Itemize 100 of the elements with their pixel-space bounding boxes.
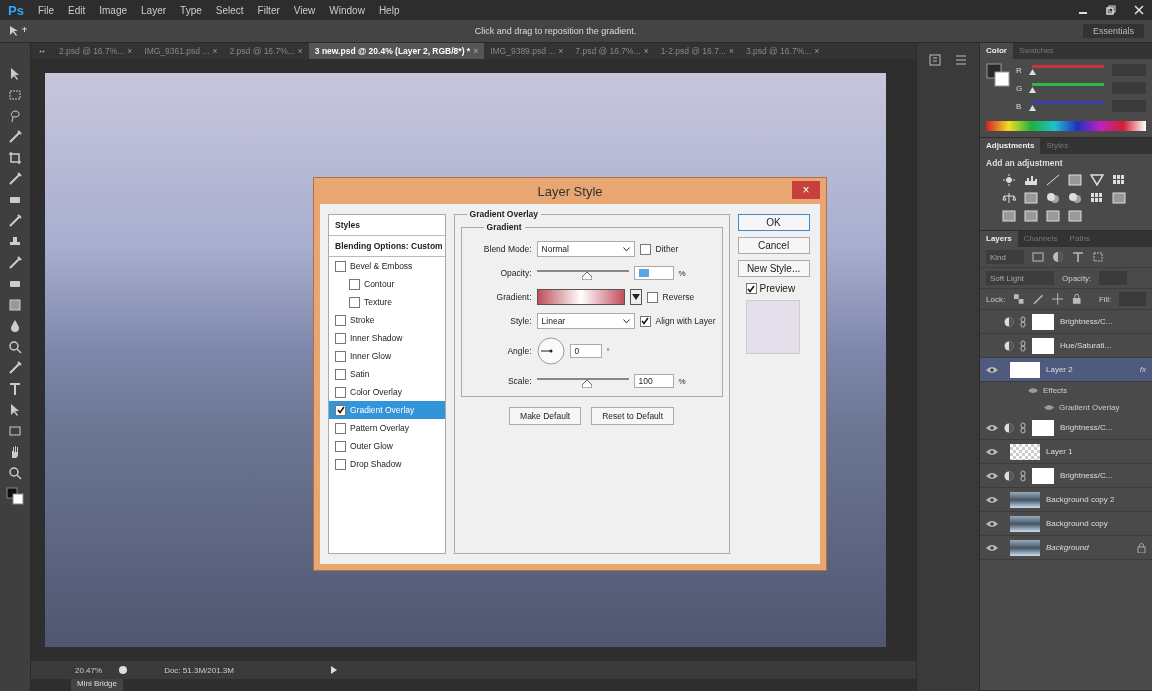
style-list-item[interactable]: Pattern Overlay [329,419,445,437]
crop-icon[interactable] [8,151,22,165]
angle-field[interactable]: 0 [569,344,602,358]
close-button[interactable]: × [792,181,820,199]
move-icon[interactable] [1052,293,1064,305]
menu-item[interactable]: Window [329,4,365,16]
document-tab[interactable]: 3.psd @ 16.7%... × [739,43,826,59]
status-icon[interactable] [118,665,129,675]
bars-icon[interactable] [1024,174,1038,186]
checkbox[interactable] [639,243,651,255]
style-list-item[interactable]: Inner Shadow [329,329,445,347]
lock-icon[interactable] [1071,293,1083,305]
checkbox[interactable] [335,314,346,326]
eye-icon[interactable] [986,471,998,480]
checkbox[interactable] [349,278,360,290]
menu-item[interactable]: Layer [141,4,167,16]
curve-icon[interactable] [1046,174,1060,186]
style-list-item[interactable]: Outer Glow [329,437,445,455]
color-swatches-icon[interactable] [6,487,24,505]
scale-icon[interactable] [1002,192,1016,204]
checkbox[interactable] [335,350,346,362]
layer-row[interactable]: Layer 2 fx [980,358,1152,382]
eye-icon[interactable] [986,365,998,374]
dialog-button[interactable]: Cancel [737,237,810,254]
filter-dropdown[interactable]: Kind [986,250,1024,264]
color-spectrum[interactable] [986,121,1146,131]
style-list-item[interactable]: Bevel & Emboss [329,257,445,275]
chevron-down-icon[interactable] [622,246,630,252]
style-list-item[interactable]: Satin [329,365,445,383]
layer-row[interactable]: Brightness/C... [980,416,1152,440]
drop-icon[interactable] [8,319,22,333]
style-list-item[interactable]: Blending Options: Custom [329,236,445,257]
close-icon[interactable] [1134,5,1144,15]
style-list-item[interactable]: Texture [329,293,445,311]
document-tab[interactable]: IMG_9389.psd ... × [484,43,570,59]
action-button[interactable]: Reset to Default [591,407,675,425]
menu-item[interactable]: Filter [257,4,280,16]
gradient-swatch[interactable] [536,289,625,305]
panel-tab[interactable]: Adjustments [980,138,1041,154]
checkerboard-icon[interactable] [1013,293,1025,305]
type-tool-icon[interactable] [8,382,22,396]
eye-icon[interactable] [986,519,998,528]
panel-tab[interactable]: Color [980,43,1013,59]
layer-row[interactable]: Background [980,536,1152,560]
workspace-selector[interactable]: Essentials [1083,24,1144,38]
chevron-down-icon[interactable] [622,318,630,324]
eye-icon[interactable] [986,423,998,432]
style-dropdown[interactable]: Linear [536,313,635,329]
scale-field[interactable]: 100 [633,374,674,388]
menu-item[interactable]: Help [378,4,400,16]
type-icon[interactable] [1072,251,1084,263]
document-tab[interactable]: 7.psd @ 16.7%... × [569,43,655,59]
grid-icon[interactable] [1090,192,1104,204]
style-list-item[interactable]: Styles [329,215,445,236]
menu-item[interactable]: Image [99,4,128,16]
eye-icon[interactable] [986,543,998,552]
document-tab[interactable]: 2.psd @ 16.7%... × [223,43,309,59]
slider-thumb[interactable] [1029,105,1036,111]
menu-item[interactable]: Select [215,4,244,16]
checkbox[interactable] [335,368,346,380]
grid-icon[interactable] [1112,174,1126,186]
checkbox[interactable] [335,386,346,398]
properties-icon[interactable] [954,53,968,67]
rectangle-icon[interactable] [8,424,22,438]
eye-icon[interactable] [986,447,998,456]
image-icon[interactable] [1032,251,1044,263]
blend-mode-dropdown[interactable]: Soft Light [986,271,1054,285]
checkbox[interactable] [646,291,658,303]
style-list-item[interactable]: Inner Glow [329,347,445,365]
style-list-item[interactable]: Contour [329,275,445,293]
layer-row[interactable]: Brightness/C... [980,464,1152,488]
checkbox[interactable] [335,404,346,416]
lasso-icon[interactable] [8,109,22,123]
checkbox[interactable] [335,260,346,272]
checkbox[interactable] [745,283,757,294]
dialog-button[interactable]: OK [737,214,810,231]
slider-thumb[interactable] [1029,69,1036,75]
panel-tab[interactable]: Layers [980,231,1018,247]
blend-mode-dropdown[interactable]: Normal [536,241,635,257]
style-list-item[interactable]: Color Overlay [329,383,445,401]
menu-item[interactable]: File [37,4,55,16]
style-list-item[interactable]: Drop Shadow [329,455,445,473]
opacity-field[interactable] [633,266,674,280]
triangle-icon[interactable] [1090,174,1104,186]
document-tab[interactable]: 1-2.psd @ 16.7... × [654,43,740,59]
menu-item[interactable]: Edit [68,4,86,16]
angle-dial[interactable] [536,337,565,365]
checkbox[interactable] [335,332,346,344]
sun-icon[interactable] [1002,174,1016,186]
circle-icon[interactable] [1046,192,1060,204]
menu-item[interactable]: View [293,4,316,16]
checkbox[interactable] [335,458,346,470]
layer-row[interactable]: Background copy 2 [980,488,1152,512]
checkbox[interactable] [335,422,346,434]
checkbox[interactable] [639,315,651,327]
layer-row[interactable]: Background copy [980,512,1152,536]
circle-icon[interactable] [1068,192,1082,204]
search-icon[interactable] [8,466,22,480]
app-logo[interactable]: Ps [8,2,24,18]
magnifier-icon[interactable] [8,340,22,354]
